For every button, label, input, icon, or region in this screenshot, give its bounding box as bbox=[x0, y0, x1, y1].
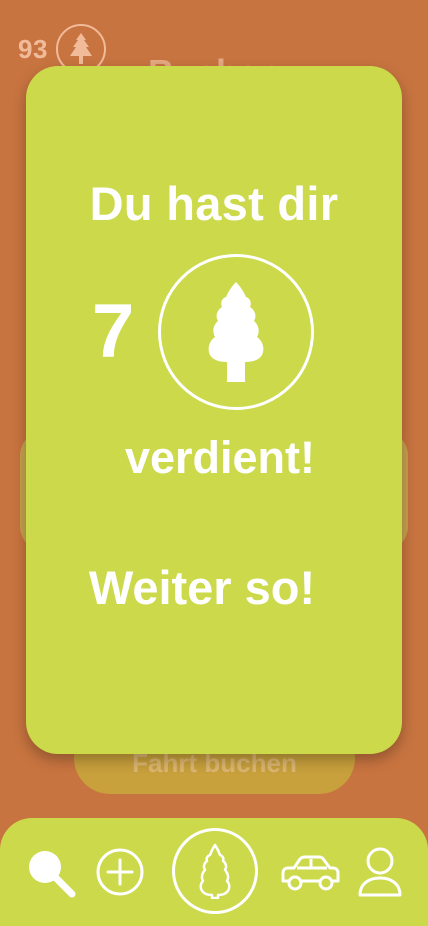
score-value: 93 bbox=[18, 33, 48, 64]
user-icon[interactable] bbox=[354, 844, 406, 900]
reward-modal[interactable]: Du hast dir 7 verdient! Weiter so! bbox=[26, 66, 402, 754]
reward-subtext: verdient! bbox=[124, 432, 316, 483]
tree-icon[interactable] bbox=[172, 828, 258, 914]
encouragement-text: Weiter so! bbox=[88, 561, 316, 614]
reward-heading: Du hast dir bbox=[89, 177, 339, 230]
tree-icon bbox=[158, 254, 314, 410]
reward-count: 7 bbox=[92, 289, 135, 374]
bottom-nav bbox=[0, 818, 428, 926]
car-icon[interactable] bbox=[276, 848, 342, 898]
search-icon[interactable] bbox=[20, 842, 80, 902]
add-circle-icon[interactable] bbox=[92, 844, 148, 900]
